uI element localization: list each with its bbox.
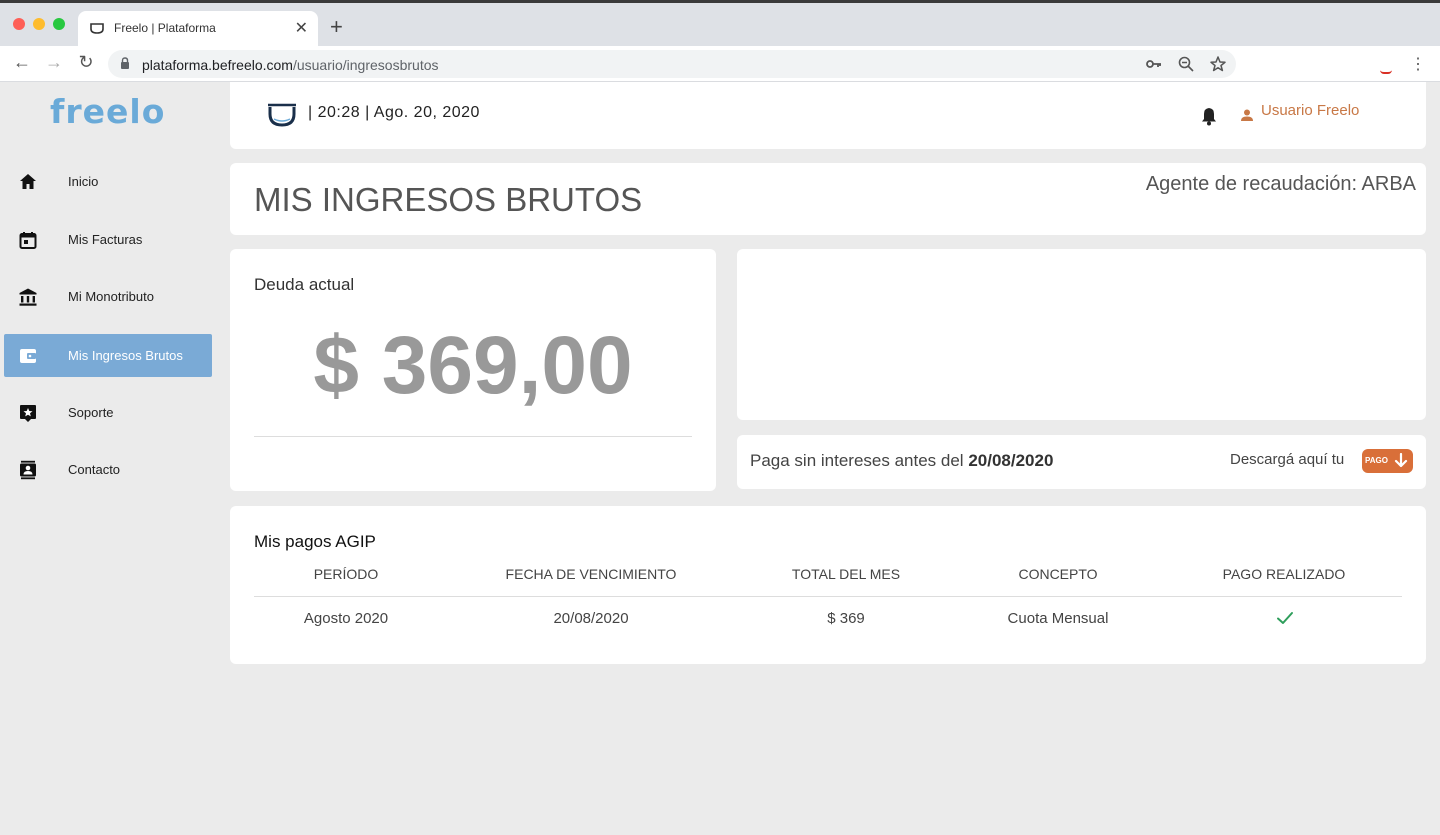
calendar-icon [19, 232, 37, 249]
window-minimize-button[interactable] [33, 18, 45, 30]
url-text[interactable]: plataforma.befreelo.com/usuario/ingresos… [142, 57, 439, 73]
cell-vencimiento: 20/08/2020 [553, 610, 629, 627]
cell-total: $ 369 [827, 610, 865, 627]
reload-button[interactable]: ↻ [74, 52, 98, 73]
sidebar-item-soporte[interactable]: Soporte [4, 391, 212, 434]
browser-tabbar: Freelo | Plataforma ✕ + [0, 0, 1440, 46]
datetime-display: | 20:28 | Ago. 20, 2020 [308, 104, 480, 121]
tab-close-icon[interactable]: ✕ [295, 18, 308, 38]
user-menu-link[interactable]: Usuario Freelo [1261, 102, 1359, 119]
tab-title: Freelo | Plataforma [114, 21, 216, 35]
descarga-text: Descargá aquí tu [1230, 451, 1345, 468]
bank-icon [19, 288, 37, 306]
check-icon [1277, 612, 1293, 624]
zoom-icon[interactable] [1177, 55, 1195, 73]
glasses-favicon-icon [90, 23, 104, 34]
new-tab-button[interactable]: + [330, 16, 343, 38]
bookmark-star-icon[interactable] [1209, 55, 1227, 73]
pago-card: Paga sin intereses antes del 20/08/2020 … [737, 435, 1426, 489]
cell-concepto: Cuota Mensual [1007, 610, 1109, 627]
section-title: Mis pagos AGIP [254, 532, 376, 551]
empty-panel [737, 249, 1426, 420]
column-header-periodo: PERÍODO [313, 566, 379, 582]
sidebar-item-contacto[interactable]: Contacto [4, 448, 212, 491]
cell-periodo: Agosto 2020 [303, 610, 389, 627]
lock-icon [121, 57, 129, 69]
column-header-vencimiento: FECHA DE VENCIMIENTO [505, 566, 677, 582]
sidebar-item-label: Mis Ingresos Brutos [68, 348, 183, 363]
window-zoom-button[interactable] [53, 18, 65, 30]
contact-icon [20, 460, 36, 480]
deuda-label: Deuda actual [254, 275, 355, 294]
sidebar-item-inicio[interactable]: Inicio [4, 160, 212, 203]
url-host: plataforma.befreelo.com [142, 57, 293, 73]
vencimiento-date: 20/08/2020 [968, 451, 1054, 470]
sidebar-item-label: Soporte [68, 405, 114, 420]
sidebar-item-mis-ingresos-brutos[interactable]: Mis Ingresos Brutos [4, 334, 212, 377]
key-icon[interactable] [1145, 55, 1163, 73]
sidebar-item-label: Inicio [68, 174, 99, 189]
paga-prefix: Paga sin intereses antes del [750, 451, 969, 470]
arrow-down-icon [1394, 453, 1408, 468]
sidebar-item-label: Contacto [68, 462, 121, 477]
freelo-logo[interactable]: freelo [50, 92, 165, 131]
window-close-button[interactable] [13, 18, 25, 30]
pagos-agip-card: Mis pagos AGIP PERÍODO FECHA DE VENCIMIE… [230, 506, 1426, 664]
top-header: | 20:28 | Ago. 20, 2020 Usuario Freelo [230, 82, 1426, 149]
bell-icon[interactable] [1200, 106, 1218, 126]
glasses-logo-icon [268, 103, 296, 127]
page-title-card: MIS INGRESOS BRUTOS Agente de recaudació… [230, 163, 1426, 235]
browser-tab[interactable]: Freelo | Plataforma ✕ [78, 11, 318, 46]
sidebar-item-label: Mis Facturas [68, 232, 143, 247]
back-button[interactable]: ← [10, 52, 34, 73]
table-header-divider [254, 596, 1402, 597]
download-pago-button[interactable]: PAGO [1362, 449, 1413, 473]
column-header-concepto: CONCEPTO [1018, 566, 1098, 582]
pago-button-label: PAGO [1365, 456, 1388, 465]
sidebar-item-mi-monotributo[interactable]: Mi Monotributo [4, 275, 212, 318]
deuda-card: Deuda actual $ 369,00 [230, 249, 716, 491]
sidebar-item-mis-facturas[interactable]: Mis Facturas [4, 218, 212, 261]
wallet-icon [20, 349, 36, 363]
url-path: /usuario/ingresosbrutos [292, 57, 439, 73]
browser-toolbar: ← → ↻ plataforma.befreelo.com/usuario/in… [0, 46, 1440, 82]
page-title: MIS INGRESOS BRUTOS [254, 181, 643, 218]
support-icon [20, 405, 36, 422]
user-icon [1241, 109, 1253, 121]
divider [254, 436, 692, 437]
paga-sin-intereses-text: Paga sin intereses antes del 20/08/2020 [750, 451, 1053, 471]
forward-button[interactable]: → [42, 52, 66, 73]
browser-menu-icon[interactable]: ⋮ [1410, 54, 1426, 74]
address-bar[interactable]: plataforma.befreelo.com/usuario/ingresos… [108, 50, 1236, 78]
agente-recaudacion: Agente de recaudación: ARBA [1145, 173, 1416, 195]
column-header-pago-realizado: PAGO REALIZADO [1222, 566, 1346, 582]
sidebar: freelo Inicio Mis Facturas Mi Monotribut… [0, 82, 216, 835]
deuda-amount: $ 369,00 [313, 320, 633, 411]
home-icon [20, 174, 36, 189]
sidebar-item-label: Mi Monotributo [68, 289, 154, 304]
column-header-total: TOTAL DEL MES [791, 566, 901, 582]
